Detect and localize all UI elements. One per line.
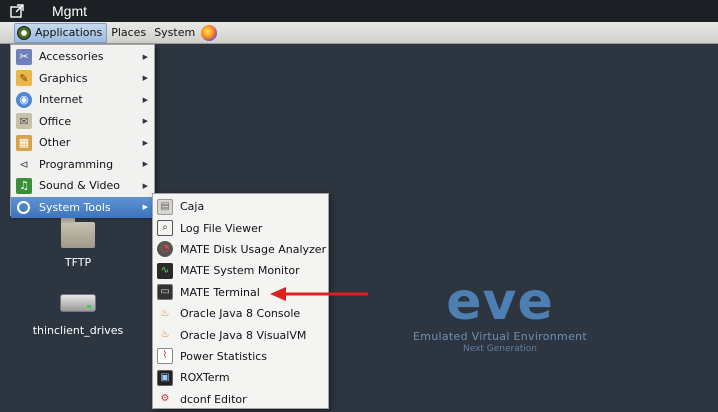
submenu-item-label: Caja bbox=[180, 200, 205, 214]
submenu-arrow-icon: ▶ bbox=[142, 138, 148, 147]
window-title: Mgmt bbox=[52, 3, 87, 19]
desktop-icon-thinclient-drives[interactable]: thinclient_drives bbox=[28, 294, 128, 337]
disk-usage-icon: ◔ bbox=[157, 241, 173, 258]
graphics-icon: ✎ bbox=[16, 70, 32, 87]
submenu-item-label: Log File Viewer bbox=[180, 221, 263, 235]
menu-item-label: Accessories bbox=[39, 50, 104, 64]
menu-item-label: Office bbox=[39, 114, 72, 128]
applications-menu: ✂ Accessories ▶ ✎ Graphics ▶ ◉ Internet … bbox=[10, 44, 155, 218]
submenu-item-system-monitor[interactable]: ∿ MATE System Monitor bbox=[153, 260, 328, 281]
submenu-item-label: Power Statistics bbox=[180, 349, 268, 363]
submenu-arrow-icon: ▶ bbox=[142, 74, 148, 82]
submenu-item-caja[interactable]: ▤ Caja bbox=[153, 196, 328, 217]
eve-logo: eve Emulated Virtual Environment Next Ge… bbox=[400, 276, 600, 356]
submenu-item-disk-usage[interactable]: ◔ MATE Disk Usage Analyzer bbox=[153, 239, 328, 260]
submenu-item-dconf-editor[interactable]: ⚙ dconf Editor bbox=[153, 389, 328, 410]
submenu-arrow-icon: ▶ bbox=[142, 95, 148, 104]
submenu-item-label: MATE Disk Usage Analyzer bbox=[180, 242, 327, 256]
annotation-arrow-icon bbox=[270, 287, 368, 301]
submenu-item-log-file-viewer[interactable]: ⌕ Log File Viewer bbox=[153, 217, 328, 238]
firefox-launcher-icon[interactable] bbox=[201, 24, 218, 41]
places-menu-button[interactable]: Places bbox=[107, 23, 150, 43]
internet-icon: ◉ bbox=[16, 91, 32, 108]
system-monitor-icon: ∿ bbox=[157, 262, 173, 279]
menu-item-office[interactable]: ✉ Office ▶ bbox=[11, 111, 154, 133]
system-menu-button[interactable]: System bbox=[150, 23, 199, 43]
menu-item-label: Graphics bbox=[39, 71, 88, 85]
submenu-item-roxterm[interactable]: ▣ ROXTerm bbox=[153, 367, 328, 388]
submenu-item-label: dconf Editor bbox=[180, 392, 247, 406]
applications-label: Applications bbox=[35, 26, 103, 39]
menu-item-internet[interactable]: ◉ Internet ▶ bbox=[11, 89, 154, 111]
menu-item-label: Sound & Video bbox=[39, 179, 121, 193]
submenu-arrow-icon: ▶ bbox=[142, 160, 148, 168]
system-label: System bbox=[154, 26, 196, 39]
top-panel: Applications Places System bbox=[0, 22, 718, 44]
accessories-icon: ✂ bbox=[16, 48, 32, 65]
submenu-arrow-icon: ▶ bbox=[142, 52, 148, 61]
submenu-item-label: ROXTerm bbox=[180, 371, 230, 385]
menu-item-accessories[interactable]: ✂ Accessories ▶ bbox=[11, 46, 154, 68]
submenu-item-java-visualvm[interactable]: ♨ Oracle Java 8 VisualVM bbox=[153, 324, 328, 345]
menu-item-graphics[interactable]: ✎ Graphics ▶ bbox=[11, 68, 154, 90]
mate-logo-icon bbox=[17, 25, 31, 40]
menu-item-programming[interactable]: ⊲ Programming ▶ bbox=[11, 154, 154, 176]
places-label: Places bbox=[111, 26, 147, 39]
sound-video-icon: ♫ bbox=[16, 177, 32, 194]
menu-item-system-tools[interactable]: System Tools ▶ bbox=[11, 196, 154, 218]
applications-menu-button[interactable]: Applications bbox=[14, 22, 108, 43]
external-link-icon[interactable] bbox=[0, 0, 34, 22]
menu-item-label: Internet bbox=[39, 93, 83, 107]
submenu-item-label: Oracle Java 8 VisualVM bbox=[180, 328, 307, 342]
folder-icon bbox=[61, 217, 95, 248]
menu-item-label: Programming bbox=[39, 157, 114, 171]
roxterm-icon: ▣ bbox=[157, 369, 173, 386]
menu-item-label: Other bbox=[39, 136, 71, 150]
submenu-item-java-console[interactable]: ♨ Oracle Java 8 Console bbox=[153, 303, 328, 324]
drive-icon bbox=[60, 294, 96, 312]
java-visualvm-icon: ♨ bbox=[160, 329, 170, 341]
menu-item-label: System Tools bbox=[39, 200, 111, 214]
menu-item-other[interactable]: ▦ Other ▶ bbox=[11, 132, 154, 154]
desktop-icon-label: thinclient_drives bbox=[32, 324, 124, 337]
power-stats-icon: ⌇ bbox=[157, 348, 173, 365]
submenu-item-label: MATE Terminal bbox=[180, 285, 260, 299]
menu-item-sound-video[interactable]: ♫ Sound & Video ▶ bbox=[11, 175, 154, 197]
logo-tagline: Emulated Virtual Environment bbox=[412, 330, 588, 343]
submenu-item-label: MATE System Monitor bbox=[180, 264, 300, 278]
desktop-icon-label: TFTP bbox=[64, 256, 92, 269]
other-icon: ▦ bbox=[16, 134, 32, 151]
submenu-arrow-icon: ▶ bbox=[142, 117, 148, 125]
system-tools-icon bbox=[17, 200, 30, 214]
programming-icon: ⊲ bbox=[19, 157, 29, 171]
window-titlebar: Mgmt bbox=[0, 0, 718, 22]
dconf-icon: ⚙ bbox=[160, 393, 170, 405]
office-icon: ✉ bbox=[16, 113, 32, 130]
java-icon: ♨ bbox=[160, 307, 170, 319]
logo-word: eve bbox=[446, 272, 554, 332]
submenu-arrow-icon: ▶ bbox=[142, 181, 148, 190]
desktop-icon-tftp[interactable]: TFTP bbox=[50, 217, 106, 269]
submenu-arrow-icon: ▶ bbox=[142, 203, 148, 211]
caja-icon: ▤ bbox=[157, 198, 173, 215]
submenu-item-power-statistics[interactable]: ⌇ Power Statistics bbox=[153, 346, 328, 367]
terminal-icon: ▭ bbox=[157, 284, 173, 301]
log-viewer-icon: ⌕ bbox=[157, 220, 173, 237]
logo-subtagline: Next Generation bbox=[462, 344, 538, 354]
submenu-item-label: Oracle Java 8 Console bbox=[180, 307, 301, 321]
